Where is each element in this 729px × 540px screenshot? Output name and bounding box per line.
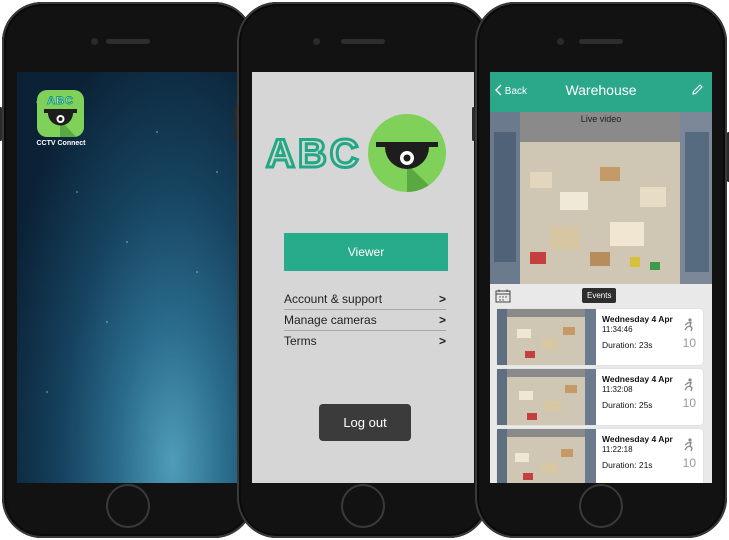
pencil-icon[interactable]	[691, 83, 704, 96]
home-button[interactable]	[106, 484, 150, 528]
chevron-right-icon: >	[438, 334, 446, 348]
live-video-feed[interactable]: Live video	[490, 112, 712, 284]
cctv-connect-app-icon[interactable]: ABC	[37, 90, 84, 137]
event-count: 10	[682, 456, 696, 470]
phone-home: ABC CCTV Connect	[0, 2, 257, 538]
warehouse-thumbnail-image	[497, 369, 596, 425]
warehouse-thumbnail-image	[497, 429, 596, 483]
home-button[interactable]	[579, 484, 623, 528]
event-duration: Duration: 23s	[602, 340, 653, 350]
dome-camera-icon	[376, 142, 446, 192]
event-card[interactable]: Wednesday 4 Apr 11:22:18 Duration: 21s 1…	[497, 429, 703, 483]
earpiece-speaker	[106, 39, 150, 44]
viewer-button[interactable]: Viewer	[284, 233, 448, 271]
earpiece-speaker	[341, 39, 385, 44]
event-duration: Duration: 21s	[602, 460, 653, 470]
menu-item-manage-cameras[interactable]: Manage cameras >	[284, 310, 446, 331]
settings-menu: Account & support > Manage cameras > Ter…	[284, 289, 446, 351]
events-toolbar: Events	[490, 286, 712, 308]
phone-camera: Back Warehouse Live video Events Wednesd…	[472, 2, 729, 538]
logout-button[interactable]: Log out	[319, 404, 411, 441]
menu-item-account-support[interactable]: Account & support >	[284, 289, 446, 310]
event-thumbnail	[497, 429, 596, 483]
event-count: 10	[682, 396, 696, 410]
front-camera	[91, 38, 98, 45]
menu-item-label: Manage cameras	[284, 313, 377, 327]
running-person-icon	[684, 318, 693, 332]
warehouse-video-image	[490, 112, 712, 284]
menu-item-terms[interactable]: Terms >	[284, 331, 446, 351]
app-label: CCTV Connect	[36, 140, 86, 147]
page-title: Warehouse	[565, 82, 637, 98]
menu-screen: ABC Viewer Account & support > Manage ca…	[252, 72, 474, 483]
menu-item-label: Account & support	[284, 292, 383, 306]
event-duration: Duration: 25s	[602, 400, 653, 410]
event-date: Wednesday 4 Apr	[602, 434, 673, 444]
chevron-right-icon: >	[438, 313, 446, 327]
logo-abc-text: ABC	[265, 131, 362, 178]
home-screen: ABC CCTV Connect	[17, 72, 239, 483]
event-date: Wednesday 4 Apr	[602, 374, 673, 384]
events-label: Events	[582, 288, 617, 303]
front-camera	[557, 38, 564, 45]
event-time: 11:34:46	[602, 325, 633, 334]
event-time: 11:22:18	[602, 445, 633, 454]
menu-item-label: Terms	[284, 334, 317, 348]
running-person-icon	[684, 438, 693, 452]
event-thumbnail	[497, 309, 596, 365]
earpiece-speaker	[579, 39, 623, 44]
event-thumbnail	[497, 369, 596, 425]
camera-screen: Back Warehouse Live video Events Wednesd…	[490, 72, 712, 483]
event-date: Wednesday 4 Apr	[602, 314, 673, 324]
phone-menu: ABC Viewer Account & support > Manage ca…	[234, 2, 492, 538]
event-card[interactable]: Wednesday 4 Apr 11:34:46 Duration: 23s 1…	[497, 309, 703, 365]
logo-camera-badge	[368, 114, 446, 192]
chevron-right-icon: >	[438, 292, 446, 306]
event-time: 11:32:08	[602, 385, 633, 394]
home-button[interactable]	[341, 484, 385, 528]
event-count: 10	[682, 336, 696, 350]
running-person-icon	[684, 378, 693, 392]
front-camera	[313, 38, 320, 45]
live-video-label: Live video	[580, 114, 622, 124]
event-card[interactable]: Wednesday 4 Apr 11:32:08 Duration: 25s 1…	[497, 369, 703, 425]
dome-camera-icon	[44, 109, 84, 137]
warehouse-thumbnail-image	[497, 309, 596, 365]
calendar-icon[interactable]	[495, 289, 511, 303]
nav-bar: Back Warehouse	[490, 72, 712, 112]
